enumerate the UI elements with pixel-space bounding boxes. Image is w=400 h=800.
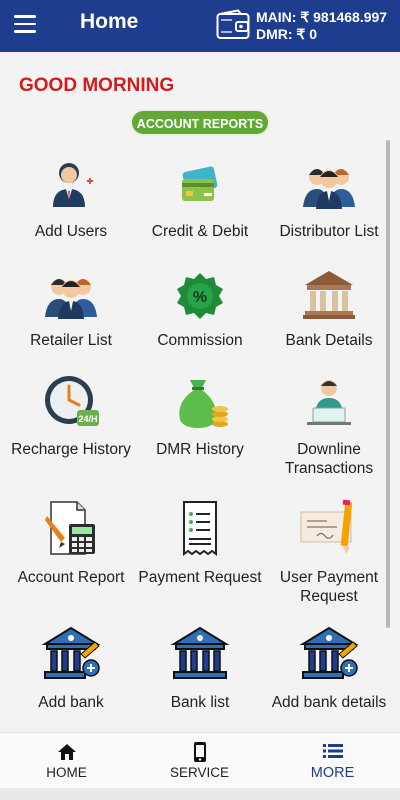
credit-card-icon xyxy=(182,166,218,201)
balance-info: MAIN: ₹ 981468.997 DMR: ₹ 0 xyxy=(256,9,387,43)
tile-label: Bank list xyxy=(170,694,230,711)
tile-user-payment-request[interactable]: User Payment Request xyxy=(264,498,394,608)
nav-home[interactable]: HOME xyxy=(0,733,133,789)
page-title: Home xyxy=(80,10,139,33)
bank-icon xyxy=(170,626,230,679)
tile-label: Downline Transactions xyxy=(284,441,374,477)
group-icon xyxy=(45,279,97,319)
money-bag-icon xyxy=(179,380,228,428)
tile-credit-debit[interactable]: Credit & Debit xyxy=(135,150,265,250)
dmr-balance: DMR: ₹ 0 xyxy=(256,26,318,42)
tile-label: Retailer List xyxy=(30,332,112,349)
nav-label: MORE xyxy=(310,765,355,781)
tile-account-report[interactable]: Account Report xyxy=(6,498,136,608)
main-balance: MAIN: ₹ 981468.997 xyxy=(256,9,388,25)
percent-badge-icon: % xyxy=(177,273,223,319)
person-laptop-icon xyxy=(307,380,351,425)
svg-text:24/H: 24/H xyxy=(78,414,97,424)
tile-commission[interactable]: % Commission xyxy=(135,262,265,362)
tile-downline-transactions[interactable]: Downline Transactions xyxy=(264,370,394,490)
group-icon xyxy=(303,169,355,209)
scrollbar[interactable] xyxy=(386,140,390,628)
tile-label: Commission xyxy=(157,332,243,349)
tile-label: Account Report xyxy=(17,569,125,586)
tile-label: Add Users xyxy=(34,223,108,240)
tile-label: Distributor List xyxy=(279,223,379,240)
calculator-report-icon xyxy=(45,501,95,555)
tile-label: Bank Details xyxy=(285,332,373,349)
tile-add-bank[interactable]: Add bank xyxy=(6,624,136,724)
greeting-text: GOOD MORNING xyxy=(19,75,175,96)
app-bar: Home MAIN: ₹ 981468.997 DMR: ₹ 0 xyxy=(0,0,400,52)
tile-bank-list[interactable]: Bank list xyxy=(135,624,265,724)
tile-bank-details[interactable]: Bank Details xyxy=(264,262,394,362)
tile-label: User Payment Request xyxy=(279,569,379,605)
tile-recharge-history[interactable]: 24/H Recharge History xyxy=(6,370,136,490)
tile-retailer-list[interactable]: Retailer List xyxy=(6,262,136,362)
nav-more[interactable]: MORE xyxy=(266,733,399,789)
bank-add-icon xyxy=(299,626,359,679)
tile-add-bank-details[interactable]: Add bank details xyxy=(264,624,394,724)
svg-text:%: % xyxy=(193,289,207,306)
tile-label: Add bank details xyxy=(271,694,387,711)
tile-distributor-list[interactable]: Distributor List xyxy=(264,150,394,250)
tile-label: DMR History xyxy=(156,441,244,458)
receipt-icon xyxy=(183,501,217,556)
bottom-nav: HOME SERVICE MORE xyxy=(0,732,400,788)
nav-label: HOME xyxy=(46,765,87,780)
home-icon xyxy=(58,744,76,760)
bank-icon xyxy=(303,271,355,319)
tile-payment-request[interactable]: Payment Request xyxy=(135,498,265,608)
phone-icon xyxy=(194,742,206,762)
tile-label: Credit & Debit xyxy=(151,223,249,240)
tile-label: Payment Request xyxy=(138,569,262,586)
tile-label: Recharge History xyxy=(11,441,131,458)
tile-add-users[interactable]: Add Users xyxy=(6,150,136,250)
cheque-icon xyxy=(300,499,353,554)
tile-label: Add bank xyxy=(38,694,104,711)
add-user-icon xyxy=(53,163,93,207)
tile-dmr-history[interactable]: DMR History xyxy=(135,370,265,490)
nav-label: SERVICE xyxy=(169,765,230,780)
wallet-icon xyxy=(216,9,250,39)
bank-add-icon xyxy=(41,626,101,679)
system-nav-strip xyxy=(0,788,400,800)
account-reports-button[interactable]: ACCOUNT REPORTS xyxy=(130,109,270,136)
menu-icon[interactable] xyxy=(14,15,36,37)
clock-24h-icon: 24/H xyxy=(45,376,99,426)
nav-service[interactable]: SERVICE xyxy=(133,733,266,789)
list-icon xyxy=(323,744,343,758)
